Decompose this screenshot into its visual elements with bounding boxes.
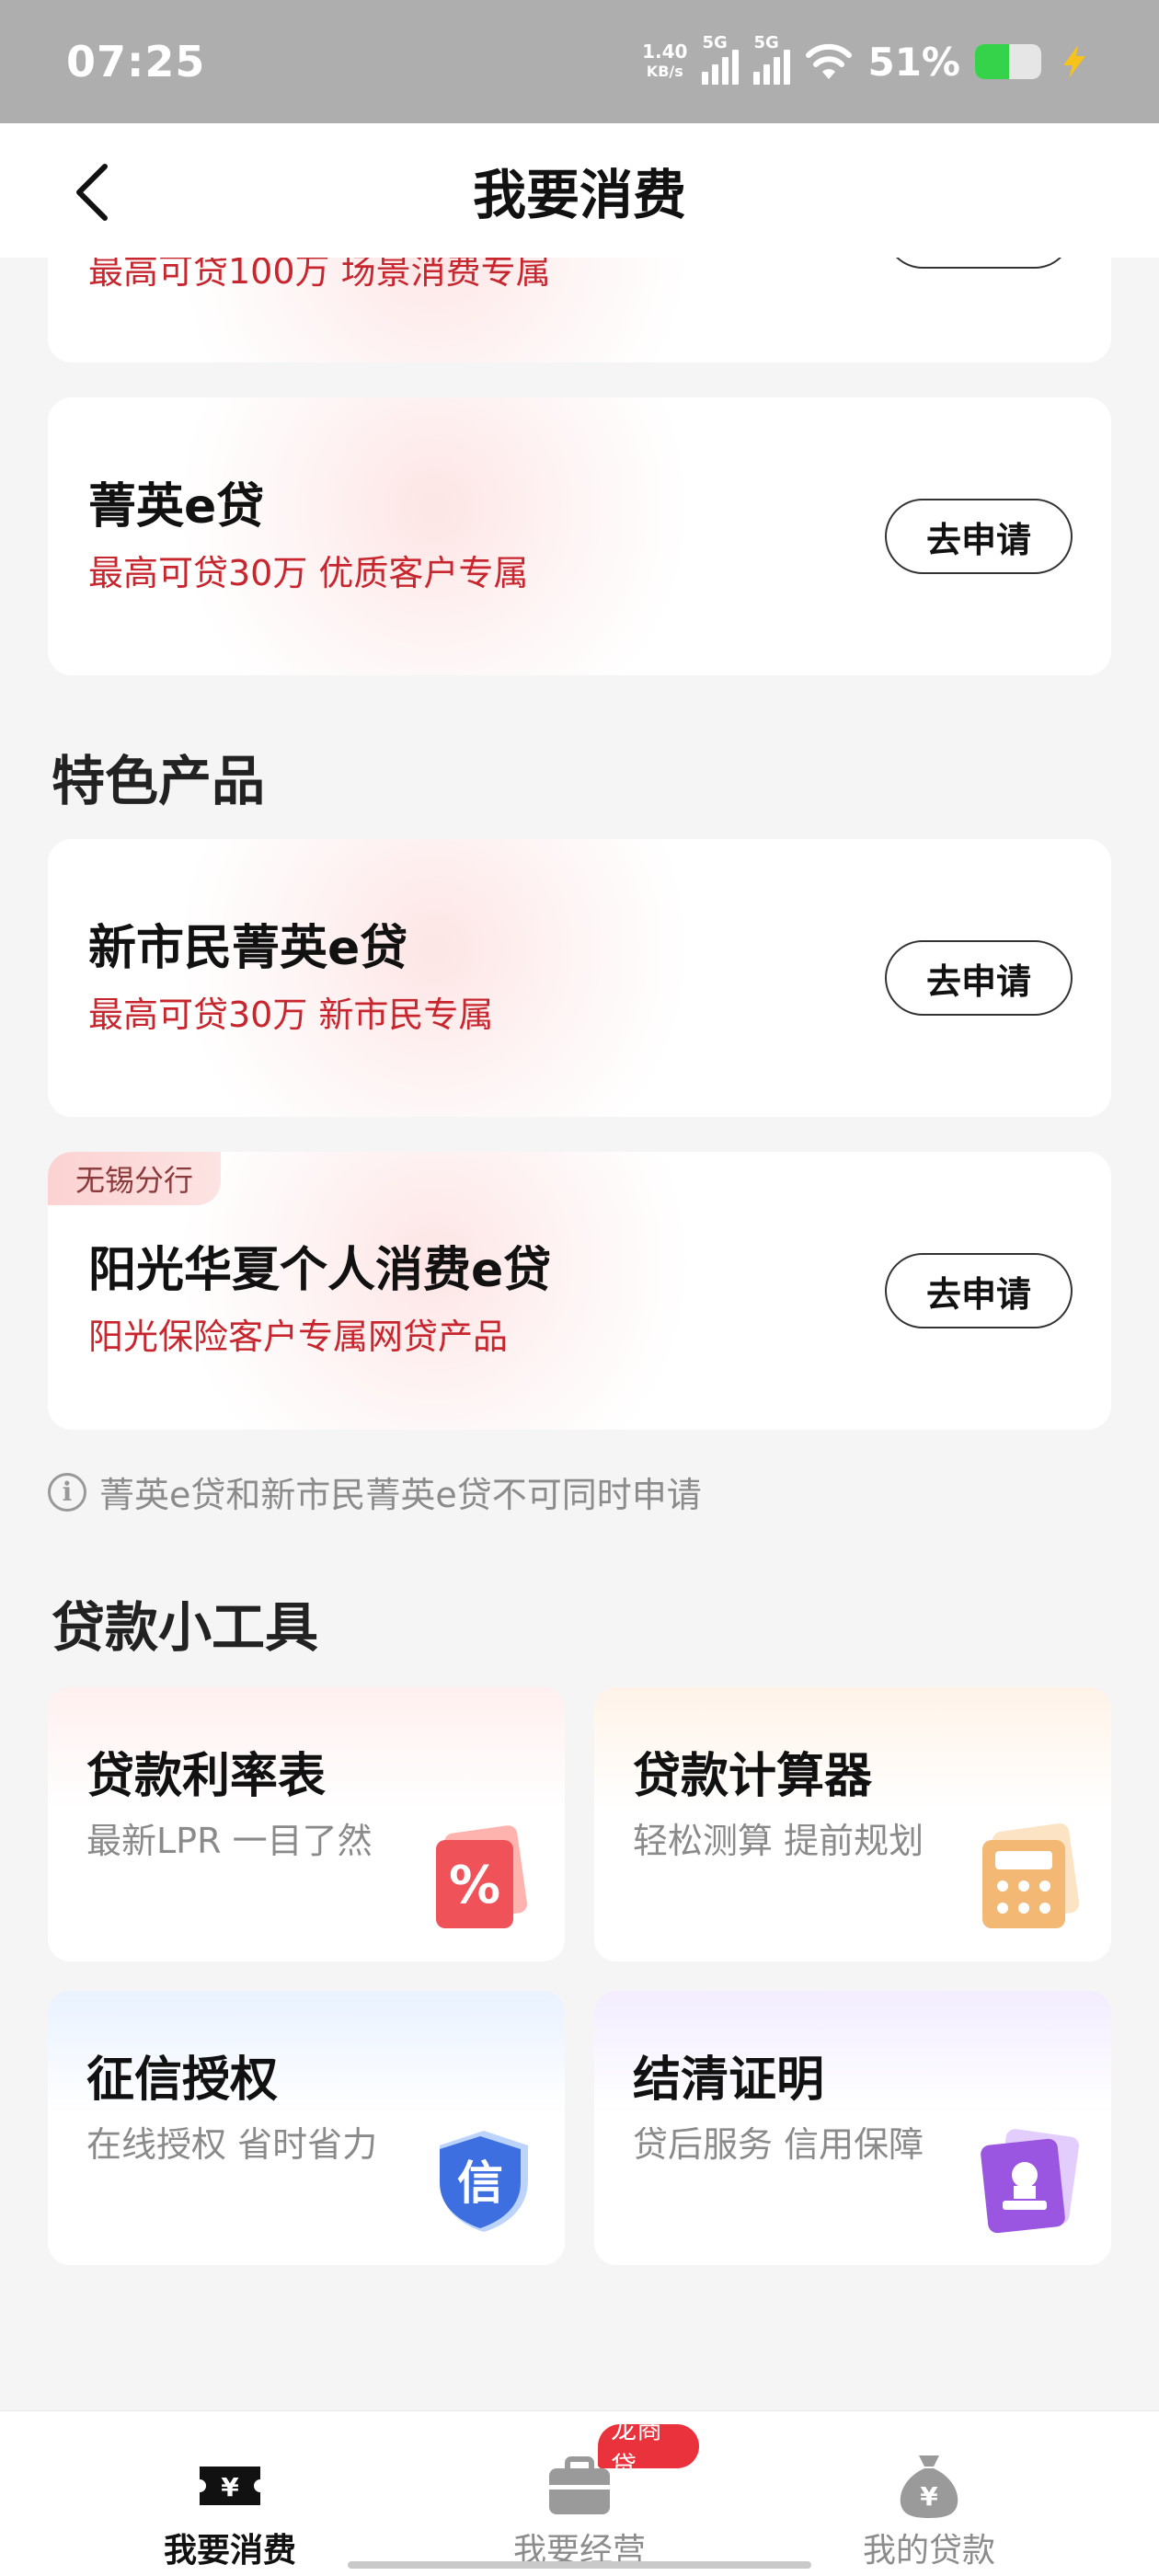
info-icon: i <box>48 1472 86 1512</box>
tab-label: 我要消费 <box>163 2532 296 2570</box>
bottom-tab-bar: ¥ 我要消费 龙商贷 我要经营 ¥ 我的贷款 <box>0 2410 1159 2576</box>
loan-card-subtitle: 阳光保险客户专属网贷产品 <box>88 1317 509 1357</box>
tab-badge: 龙商贷 <box>598 2414 699 2481</box>
signal-icon-2: 5G <box>753 33 791 85</box>
svg-text:¥: ¥ <box>920 2481 938 2512</box>
home-indicator[interactable] <box>348 2561 811 2569</box>
tool-title: 结清证明 <box>633 2053 825 2108</box>
section-title-tools: 贷款小工具 <box>52 1596 319 1659</box>
back-button[interactable] <box>64 160 120 224</box>
percent-icon: % <box>436 1825 527 1928</box>
status-indicators: 1.40 KB/s 5G 5G 51% <box>642 33 1093 85</box>
credit-shield-icon: 信 <box>440 2131 528 2232</box>
page-title: 我要消费 <box>472 164 686 226</box>
money-bag-icon: ¥ <box>900 2455 958 2518</box>
network-speed-value: 1.40 <box>642 40 688 63</box>
tool-title: 贷款计算器 <box>633 1749 873 1804</box>
battery-fill <box>975 44 1009 79</box>
status-time: 07:25 <box>66 37 206 86</box>
ticket-yen-icon: ¥ <box>200 2467 260 2505</box>
apply-button[interactable]: 去申请 <box>885 940 1073 1016</box>
loan-card-sunshine[interactable]: 无锡分行 阳光华夏个人消费e贷 阳光保险客户专属网贷产品 去申请 <box>48 1152 1111 1430</box>
tool-subtitle: 在线授权 省时省力 <box>86 2124 378 2165</box>
loan-card-subtitle: 最高可贷30万 优质客户专属 <box>88 553 529 593</box>
charging-bolt-icon <box>1063 45 1085 78</box>
section-title-featured: 特色产品 <box>52 750 266 812</box>
chevron-left-icon <box>76 164 108 221</box>
wifi-icon <box>806 43 853 79</box>
signal-icon-1: 5G <box>702 33 740 85</box>
tool-rate-table[interactable]: 贷款利率表 最新LPR 一目了然 % <box>48 1687 565 1961</box>
tab-business[interactable]: 龙商贷 我要经营 <box>460 2411 699 2576</box>
svg-text:¥: ¥ <box>221 2472 239 2502</box>
signal-2-label: 5G <box>753 33 779 52</box>
svg-text:%: % <box>449 1856 500 1915</box>
tool-credit-authorization[interactable]: 征信授权 在线授权 省时省力 信 <box>48 1991 565 2265</box>
tab-consumer[interactable]: ¥ 我要消费 <box>110 2411 350 2576</box>
apply-button[interactable]: 去申请 <box>885 1253 1073 1328</box>
tool-subtitle: 最新LPR 一目了然 <box>86 1821 373 1861</box>
battery-percent: 51% <box>867 39 960 85</box>
signal-1-label: 5G <box>702 33 728 52</box>
tool-subtitle: 贷后服务 信用保障 <box>633 2124 924 2165</box>
tool-calculator[interactable]: 贷款计算器 轻松测算 提前规划 <box>594 1687 1111 1961</box>
loan-card-jingying[interactable]: 菁英e贷 最高可贷30万 优质客户专属 去申请 <box>48 397 1111 675</box>
tool-title: 贷款利率表 <box>86 1749 327 1804</box>
loan-card-title: 菁英e贷 <box>88 479 265 535</box>
tool-title: 征信授权 <box>86 2053 279 2108</box>
loan-card-title: 阳光华夏个人消费e贷 <box>88 1243 552 1298</box>
calculator-icon <box>982 1823 1080 1928</box>
tool-settlement-certificate[interactable]: 结清证明 贷后服务 信用保障 <box>594 1991 1111 2265</box>
apply-button[interactable]: 去申请 <box>885 499 1073 574</box>
network-speed-unit: KB/s <box>646 63 683 80</box>
tab-label: 我的贷款 <box>862 2532 995 2570</box>
loan-card-subtitle: 最高可贷30万 新市民专属 <box>88 995 494 1035</box>
tool-subtitle: 轻松测算 提前规划 <box>633 1821 924 1861</box>
notice-text: 菁英e贷和新市民菁英e贷不可同时申请 <box>99 1475 702 1515</box>
status-bar: 07:25 1.40 KB/s 5G 5G 51% <box>0 0 1159 123</box>
loan-card-title: 新市民菁英e贷 <box>88 921 408 976</box>
certificate-icon <box>981 2129 1079 2234</box>
loan-card-new-citizen[interactable]: 新市民菁英e贷 最高可贷30万 新市民专属 去申请 <box>48 839 1111 1117</box>
tab-my-loans[interactable]: ¥ 我的贷款 <box>809 2411 1049 2576</box>
branch-tag: 无锡分行 <box>48 1152 222 1205</box>
nav-header: 我要消费 <box>0 123 1159 258</box>
battery-icon <box>975 44 1041 79</box>
credit-icon-glyph: 信 <box>457 2156 503 2210</box>
network-speed: 1.40 KB/s <box>642 41 687 82</box>
notice: i 菁英e贷和新市民菁英e贷不可同时申请 <box>48 1466 702 1517</box>
